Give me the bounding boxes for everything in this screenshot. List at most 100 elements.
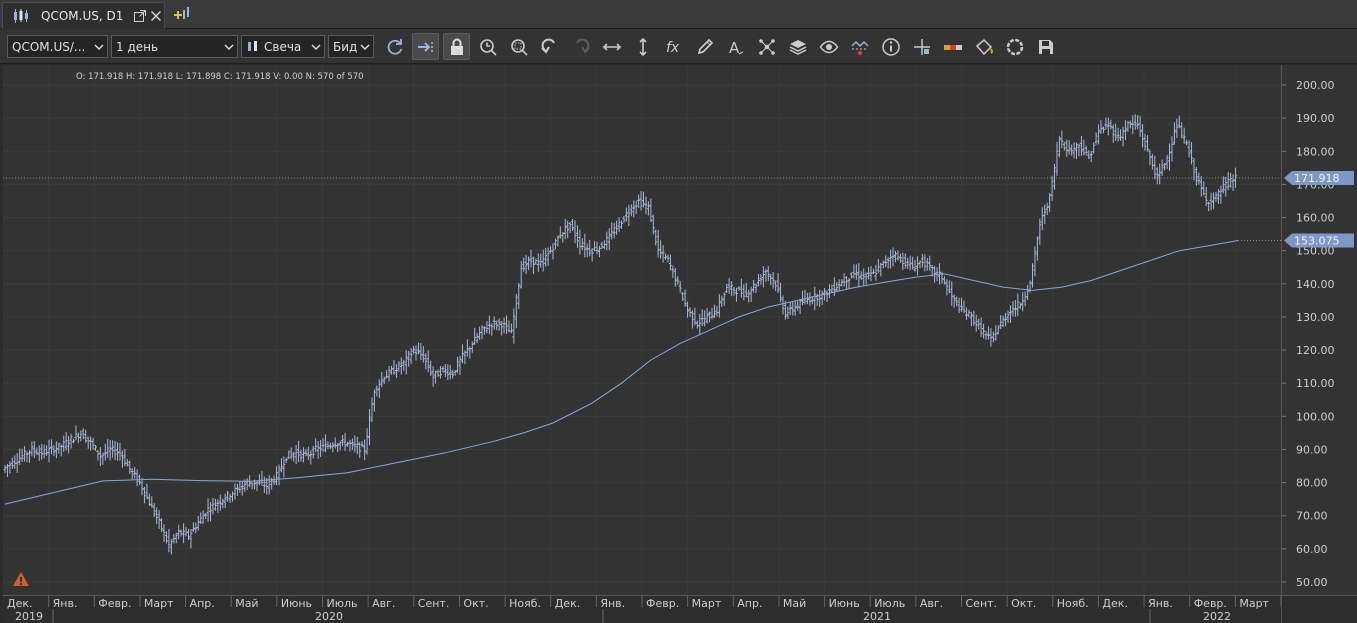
ohlc-bar	[771, 272, 775, 289]
ohlc-bar	[717, 294, 721, 318]
text-tool-button[interactable]: A	[722, 33, 749, 60]
ohlc-bar	[492, 316, 496, 330]
ohlc-bar	[734, 287, 738, 302]
ohlc-bar	[1043, 204, 1047, 225]
ohlc-bar	[820, 290, 824, 306]
symbol-select[interactable]: QCOM.US/...	[7, 35, 108, 58]
month-label: Авг.	[372, 597, 395, 610]
visibility-button[interactable]	[815, 33, 842, 60]
month-label: Июнь	[829, 597, 860, 610]
crosshair-button[interactable]	[908, 33, 935, 60]
template-ring-icon	[1006, 38, 1023, 55]
chevron-down-icon	[311, 44, 321, 51]
ohlc-bar	[1170, 136, 1174, 162]
ohlc-bar	[387, 365, 391, 382]
ohlc-bar	[152, 502, 156, 518]
ohlc-bar	[257, 474, 261, 486]
ohlc-bar	[656, 230, 660, 258]
ohlc-bar	[1133, 114, 1137, 130]
ohlc-bar	[879, 262, 883, 277]
ohlc-bar	[950, 281, 954, 306]
axis-corner	[1281, 595, 1357, 623]
autoscroll-icon	[417, 41, 433, 52]
ohlc-bar	[487, 315, 491, 335]
time-axis[interactable]: Дек. Янв. Февр. Март Апр. Май Июнь Июль Авг. Сент…	[3, 595, 1282, 623]
ohlc-bar	[189, 528, 193, 549]
warning-icon[interactable]	[12, 571, 30, 587]
theme-button[interactable]	[970, 33, 997, 60]
y-tick-label: 200.00	[1296, 79, 1335, 92]
month-label: Июль	[874, 597, 905, 610]
close-icon[interactable]	[149, 9, 163, 23]
refresh-button[interactable]	[381, 33, 408, 60]
alerts-button[interactable]	[846, 33, 873, 60]
undo-button[interactable]	[536, 33, 563, 60]
layers-button[interactable]	[784, 33, 811, 60]
ohlc-bar	[1045, 202, 1049, 216]
chart-plot-area[interactable]	[3, 65, 1282, 595]
ohlc-bar	[429, 360, 433, 377]
undock-icon[interactable]	[133, 9, 147, 23]
floppy-icon	[1038, 39, 1053, 54]
template-button[interactable]	[1001, 33, 1028, 60]
trades-button[interactable]	[939, 33, 966, 60]
zoom-button[interactable]	[474, 33, 501, 60]
ohlc-bar	[407, 350, 411, 367]
ohlc-bar	[512, 308, 516, 344]
ohlc-bar	[74, 425, 78, 441]
month-label: Февр.	[1194, 597, 1227, 610]
ohlc-bar	[1226, 171, 1230, 191]
month-label: Апр.	[190, 597, 215, 610]
ohlc-bar	[903, 253, 907, 269]
chart-type-select[interactable]: Свеча	[241, 35, 325, 58]
save-button[interactable]	[1032, 33, 1059, 60]
new-chart-icon[interactable]	[172, 5, 192, 23]
month-label: Февр.	[646, 597, 679, 610]
svg-text:fx: fx	[666, 40, 680, 56]
ohlc-bar	[1214, 191, 1218, 202]
timeframe-select[interactable]: 1 день	[111, 35, 238, 58]
ohlc-bar	[162, 524, 166, 543]
ohlc-bar	[98, 447, 102, 467]
draw-button[interactable]	[691, 33, 718, 60]
ohlc-bar	[556, 235, 560, 247]
month-label: Сент.	[418, 597, 450, 610]
chart-grid	[3, 65, 1282, 595]
vertical-scale-button[interactable]	[629, 33, 656, 60]
ohlc-bar	[448, 364, 452, 380]
price-axis[interactable]: 50.00 60.00 70.00 80.00 90.00 100.00 110.00 120…	[1281, 65, 1357, 595]
zoom-area-button[interactable]	[505, 33, 532, 60]
ohlc-bar	[541, 249, 545, 272]
ohlc-bar	[287, 450, 291, 459]
chart-tab[interactable]: QCOM.US, D1	[2, 2, 165, 29]
ohlc-bar	[1026, 285, 1030, 301]
ohlc-bar	[744, 282, 748, 298]
price-side-value: Бид	[333, 39, 358, 54]
ohlc-bar	[343, 432, 347, 452]
horizontal-scale-button[interactable]	[598, 33, 625, 60]
month-label: Янв.	[600, 597, 625, 610]
ohlc-bar	[478, 326, 482, 340]
price-side-select[interactable]: Бид	[328, 35, 374, 58]
ohlc-bar	[534, 258, 538, 265]
ohlc-bar	[940, 271, 944, 284]
candle-type-icon	[248, 41, 257, 51]
indicators-button[interactable]: fx	[660, 33, 687, 60]
info-button[interactable]	[877, 33, 904, 60]
month-label: Май	[783, 597, 806, 610]
lock-button[interactable]	[443, 33, 470, 60]
ohlc-bar	[1060, 130, 1064, 149]
autoscroll-button[interactable]	[412, 33, 439, 60]
ohlc-bar	[150, 496, 154, 508]
ohlc-bar	[979, 317, 983, 337]
redo-button[interactable]	[567, 33, 594, 60]
ohlc-bar	[808, 292, 812, 306]
ohlc-bar	[553, 238, 557, 250]
ohlc-bar	[40, 443, 44, 460]
ohlc-bar	[309, 450, 313, 465]
objects-button[interactable]	[753, 33, 780, 60]
ohlc-bar	[796, 301, 800, 311]
ohlc-bar	[438, 365, 442, 379]
chart-window: QCOM.US, D1 QCOM.US/... 1 день Свеча Бид…	[0, 0, 1357, 623]
ohlc-bar	[460, 344, 464, 364]
